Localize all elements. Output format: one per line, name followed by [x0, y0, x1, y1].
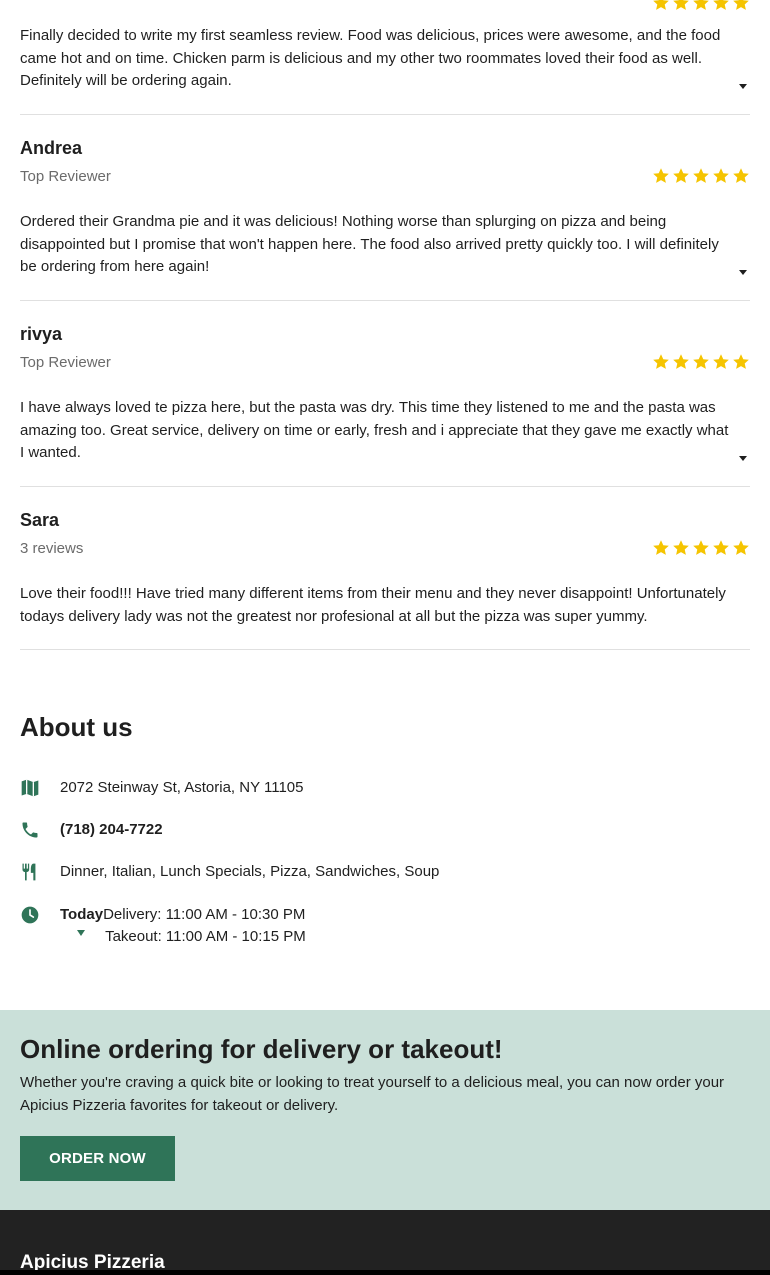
caret-down-icon[interactable]: [738, 267, 748, 277]
star-icon: [693, 0, 709, 10]
star-icon: [733, 540, 749, 555]
star-icon: [673, 540, 689, 555]
order-now-button[interactable]: ORDER NOW: [20, 1136, 175, 1181]
star-icon: [693, 354, 709, 369]
map-icon: [21, 779, 39, 797]
review-text: Finally decided to write my first seamle…: [20, 27, 721, 89]
review-text: I have always loved te pizza here, but t…: [20, 399, 729, 461]
online-ordering-banner: Online ordering for delivery or takeout!…: [0, 1010, 770, 1210]
review-text: Ordered their Grandma pie and it was del…: [20, 213, 719, 275]
footer: Apicius Pizzeria: [0, 1210, 770, 1275]
footer-divider: [0, 1270, 770, 1275]
hours-row: Today Delivery: 11:00 AM - 10:30 PM Take…: [20, 905, 306, 948]
caret-down-icon[interactable]: [738, 81, 748, 91]
takeout-hours: Takeout: 11:00 AM - 10:15 PM: [105, 928, 306, 945]
star-icon: [733, 354, 749, 369]
hours-day[interactable]: Today: [60, 905, 103, 948]
star-rating: [652, 539, 750, 557]
star-icon: [713, 168, 729, 183]
reviewer-status: Top Reviewer: [20, 168, 111, 185]
star-icon: [733, 168, 749, 183]
star-rating: [652, 167, 750, 185]
reviewer-status: Top Reviewer: [20, 354, 111, 371]
star-icon: [693, 540, 709, 555]
reviewer-name: Sara: [20, 510, 60, 530]
review-card: rivya Top Reviewer I have always loved t…: [20, 301, 750, 487]
star-icon: [673, 0, 689, 10]
star-icon: [653, 354, 669, 369]
reviewer-name: rivya: [20, 324, 63, 344]
utensils-icon: [22, 863, 36, 881]
promo-description: Whether you're craving a quick bite or l…: [20, 1074, 725, 1114]
promo-heading: Online ordering for delivery or takeout!: [20, 1034, 503, 1064]
star-icon: [733, 0, 749, 10]
star-rating: [652, 0, 750, 12]
star-icon: [673, 354, 689, 369]
star-icon: [653, 168, 669, 183]
clock-icon: [21, 906, 39, 924]
address-row: 2072 Steinway St, Astoria, NY 11105: [20, 778, 304, 798]
star-icon: [713, 0, 729, 10]
review-card: Andrea Top Reviewer Ordered their Grandm…: [20, 115, 750, 301]
star-icon: [653, 0, 669, 10]
star-icon: [693, 168, 709, 183]
cuisine-list: Dinner, Italian, Lunch Specials, Pizza, …: [60, 863, 440, 880]
reviewer-review-count: 3 reviews: [20, 540, 84, 557]
review-card: Finally decided to write my first seamle…: [20, 0, 750, 115]
star-icon: [653, 540, 669, 555]
caret-down-icon[interactable]: [738, 453, 748, 463]
address-text: 2072 Steinway St, Astoria, NY 11105: [60, 779, 304, 796]
star-icon: [673, 168, 689, 183]
caret-down-icon[interactable]: [76, 929, 86, 937]
phone-row: (718) 204-7722: [20, 820, 163, 840]
review-text: Love their food!!! Have tried many diffe…: [20, 585, 726, 625]
star-rating: [652, 353, 750, 371]
phone-icon: [22, 822, 38, 838]
reviewer-name: Andrea: [20, 138, 83, 158]
about-us-heading: About us: [20, 712, 133, 742]
phone-link[interactable]: (718) 204-7722: [60, 820, 163, 840]
star-icon: [713, 354, 729, 369]
review-card: Sara 3 reviews Love their food!!! Have t…: [20, 487, 750, 650]
cuisine-row: Dinner, Italian, Lunch Specials, Pizza, …: [20, 862, 439, 882]
delivery-hours: Delivery: 11:00 AM - 10:30 PM: [103, 906, 306, 923]
star-icon: [713, 540, 729, 555]
